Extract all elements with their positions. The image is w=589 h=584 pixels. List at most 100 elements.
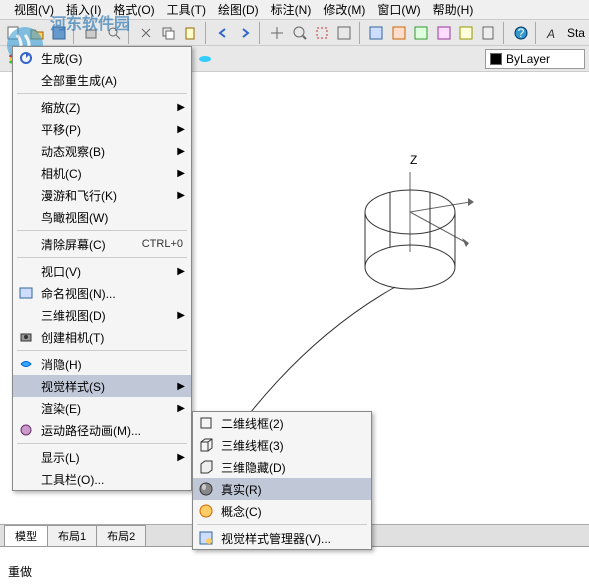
visual-style-submenu: 二维线框(2) 三维线框(3) 三维隐藏(D) 真实(R) 概念(C) 视觉样式管理器(V… xyxy=(192,411,372,550)
menu-item-label: 视口(V) xyxy=(41,263,183,280)
motion-icon xyxy=(17,421,35,439)
menu-item-label: 全部重生成(A) xyxy=(41,72,183,89)
menu-item[interactable]: 鸟瞰视图(W) xyxy=(13,206,191,228)
submenu-item-label: 三维线框(3) xyxy=(221,437,363,454)
mark-icon[interactable] xyxy=(456,22,476,44)
ssm-icon[interactable] xyxy=(433,22,453,44)
submenu-arrow-icon: ▶ xyxy=(177,310,185,321)
menu-item-label: 鸟瞰视图(W) xyxy=(41,209,183,226)
wire3d-icon xyxy=(197,436,215,454)
style-label: Sta xyxy=(567,26,585,40)
submenu-item[interactable]: 三维隐藏(D) xyxy=(193,456,371,478)
command-text: 重做 xyxy=(8,563,32,580)
blank-icon xyxy=(17,208,35,226)
menu-item-label: 命名视图(N)... xyxy=(41,285,183,302)
zoom-icon[interactable] xyxy=(289,22,309,44)
menu-item[interactable]: 漫游和飞行(K)▶ xyxy=(13,184,191,206)
submenu-arrow-icon: ▶ xyxy=(177,381,185,392)
submenu-item-label: 视觉样式管理器(V)... xyxy=(221,530,363,547)
submenu-item-label: 真实(R) xyxy=(221,481,363,498)
shortcut-label: CTRL+0 xyxy=(142,238,183,250)
props-icon[interactable] xyxy=(366,22,386,44)
menu-item[interactable]: 运动路径动画(M)... xyxy=(13,419,191,441)
submenu-arrow-icon: ▶ xyxy=(177,452,185,463)
menu-item[interactable]: 全部重生成(A) xyxy=(13,69,191,91)
layer-prev-icon[interactable] xyxy=(194,48,216,70)
color-name: ByLayer xyxy=(506,52,550,66)
nview-icon xyxy=(17,284,35,302)
menu-item[interactable]: 显示(L)▶ xyxy=(13,446,191,468)
menu-draw[interactable]: 绘图(D) xyxy=(212,0,265,20)
blank-icon xyxy=(17,448,35,466)
pan-icon[interactable] xyxy=(267,22,287,44)
real-icon xyxy=(197,480,215,498)
menu-item[interactable]: 清除屏幕(C)CTRL+0 xyxy=(13,233,191,255)
menu-item[interactable]: 平移(P)▶ xyxy=(13,118,191,140)
paste-icon[interactable] xyxy=(180,22,200,44)
help-icon[interactable]: ? xyxy=(510,22,530,44)
zoomwin-icon[interactable] xyxy=(312,22,332,44)
menu-item[interactable]: 三维视图(D)▶ xyxy=(13,304,191,326)
blank-icon xyxy=(17,71,35,89)
tab-layout2[interactable]: 布局2 xyxy=(96,525,146,547)
menu-item-label: 创建相机(T) xyxy=(41,329,183,346)
blank-icon xyxy=(17,120,35,138)
undo-icon[interactable] xyxy=(212,22,232,44)
menu-item-label: 工具栏(O)... xyxy=(41,471,183,488)
submenu-arrow-icon: ▶ xyxy=(177,102,185,113)
submenu-arrow-icon: ▶ xyxy=(177,403,185,414)
menu-item[interactable]: 工具栏(O)... xyxy=(13,468,191,490)
tab-model[interactable]: 模型 xyxy=(4,525,48,547)
submenu-item[interactable]: 概念(C) xyxy=(193,500,371,522)
submenu-item[interactable]: 三维线框(3) xyxy=(193,434,371,456)
menu-item[interactable]: 命名视图(N)... xyxy=(13,282,191,304)
submenu-arrow-icon: ▶ xyxy=(177,168,185,179)
view-menu-dropdown: 生成(G)全部重生成(A)缩放(Z)▶平移(P)▶动态观察(B)▶相机(C)▶漫… xyxy=(12,46,192,491)
calc-icon[interactable] xyxy=(478,22,498,44)
menu-item[interactable]: 视口(V)▶ xyxy=(13,260,191,282)
menu-item[interactable]: 渲染(E)▶ xyxy=(13,397,191,419)
menu-item[interactable]: 视觉样式(S)▶ xyxy=(13,375,191,397)
copy-icon[interactable] xyxy=(158,22,178,44)
regen-icon xyxy=(17,49,35,67)
menu-item-label: 消隐(H) xyxy=(41,356,183,373)
wire2d-icon xyxy=(197,414,215,432)
menu-item[interactable]: 动态观察(B)▶ xyxy=(13,140,191,162)
menu-item-label: 缩放(Z) xyxy=(41,99,183,116)
menu-item-label: 动态观察(B) xyxy=(41,143,183,160)
menu-dim[interactable]: 标注(N) xyxy=(265,0,318,20)
color-swatch xyxy=(490,53,502,65)
tp-icon[interactable] xyxy=(411,22,431,44)
text-style-icon[interactable]: A xyxy=(543,22,563,44)
submenu-item-label: 二维线框(2) xyxy=(221,415,363,432)
menu-item[interactable]: 缩放(Z)▶ xyxy=(13,96,191,118)
submenu-item[interactable]: 视觉样式管理器(V)... xyxy=(193,527,371,549)
submenu-arrow-icon: ▶ xyxy=(177,146,185,157)
blank-icon xyxy=(17,186,35,204)
menu-item[interactable]: 相机(C)▶ xyxy=(13,162,191,184)
menu-help[interactable]: 帮助(H) xyxy=(427,0,480,20)
blank-icon xyxy=(17,98,35,116)
color-combo[interactable]: ByLayer xyxy=(485,49,585,69)
menu-window[interactable]: 窗口(W) xyxy=(371,0,426,20)
command-line[interactable]: 重做 xyxy=(0,546,589,584)
redo-icon[interactable] xyxy=(235,22,255,44)
tab-layout1[interactable]: 布局1 xyxy=(47,525,97,547)
dc-icon[interactable] xyxy=(389,22,409,44)
menu-item[interactable]: 生成(G) xyxy=(13,47,191,69)
menu-tools[interactable]: 工具(T) xyxy=(161,0,212,20)
cut-icon[interactable] xyxy=(135,22,155,44)
menu-modify[interactable]: 修改(M) xyxy=(317,0,371,20)
menu-item-label: 三维视图(D) xyxy=(41,307,183,324)
menu-item-label: 视觉样式(S) xyxy=(41,378,183,395)
menu-item[interactable]: 消隐(H) xyxy=(13,353,191,375)
blank-icon xyxy=(17,377,35,395)
zoomext-icon[interactable] xyxy=(334,22,354,44)
submenu-item[interactable]: 二维线框(2) xyxy=(193,412,371,434)
submenu-item[interactable]: 真实(R) xyxy=(193,478,371,500)
menu-item[interactable]: 创建相机(T) xyxy=(13,326,191,348)
blank-icon xyxy=(17,235,35,253)
blank-icon xyxy=(17,262,35,280)
blank-icon xyxy=(17,470,35,488)
submenu-arrow-icon: ▶ xyxy=(177,190,185,201)
